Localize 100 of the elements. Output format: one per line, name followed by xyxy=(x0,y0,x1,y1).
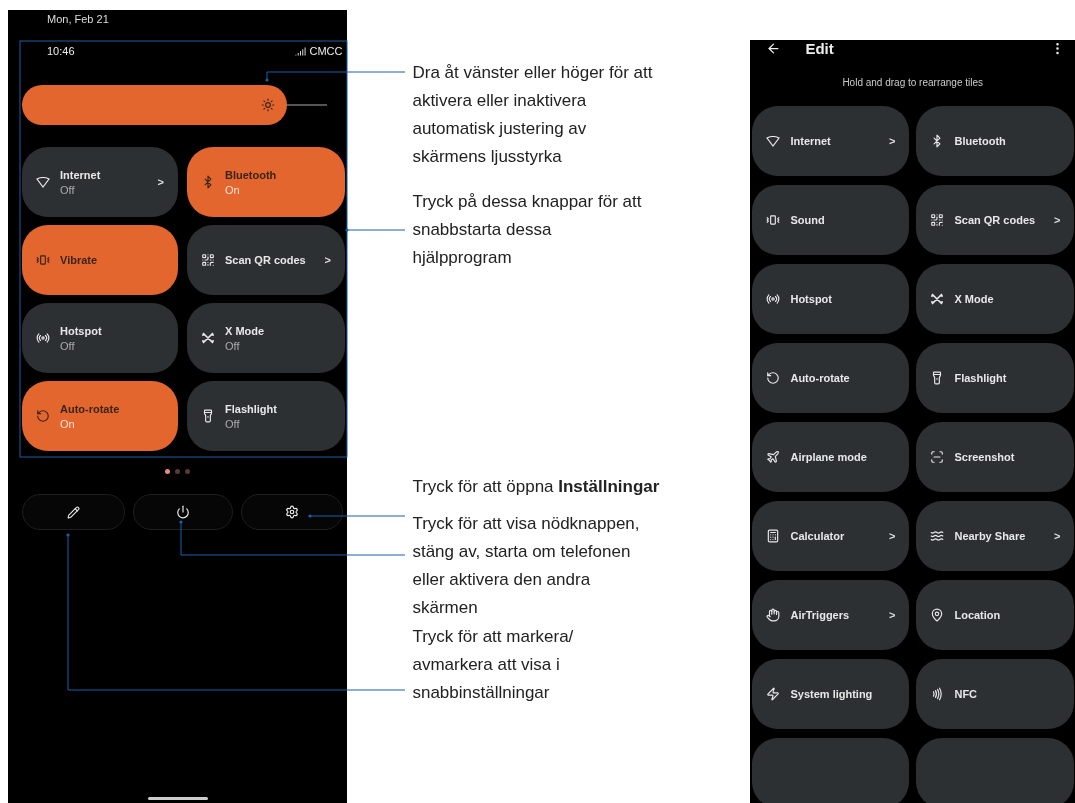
tile-label: Vibrate xyxy=(60,254,99,266)
hand-icon xyxy=(766,608,781,622)
chevron-icon: > xyxy=(1054,214,1061,226)
rotate-icon xyxy=(36,409,50,423)
tile-label: Location xyxy=(954,609,1002,621)
rotate-icon xyxy=(766,371,781,385)
tile-label: Screenshot xyxy=(954,451,1016,463)
tile-label: Bluetooth xyxy=(225,168,278,181)
edit-tile[interactable]: Nearby Share > xyxy=(916,501,1075,571)
hint-text: Hold and drag to rearrange tiles xyxy=(841,77,985,88)
tile-label: Scan QR codes xyxy=(225,254,307,266)
carrier-text: CMCC xyxy=(295,45,343,57)
qr-code-icon xyxy=(930,213,945,227)
edit-tile[interactable]: Sound xyxy=(752,185,910,255)
edit-tile[interactable]: Auto-rotate xyxy=(752,343,910,413)
wifi-icon xyxy=(766,135,781,147)
screen-title: Edit xyxy=(805,40,835,57)
annotation-text: Tryck för att markera/ avmarkera att visa i snabbinställningar xyxy=(412,626,575,704)
quick-tile[interactable]: Hotspot Off xyxy=(22,303,178,373)
edit-tile[interactable]: Location xyxy=(916,580,1075,650)
flashlight-icon xyxy=(201,409,215,423)
edit-tile[interactable]: NFC xyxy=(916,659,1075,729)
tile-label: X Mode xyxy=(225,324,266,337)
edit-tile[interactable] xyxy=(916,738,1075,803)
brightness-icon xyxy=(261,98,276,112)
tile-label: Calculator xyxy=(790,530,846,542)
edit-tile[interactable]: Calculator > xyxy=(752,501,910,571)
edit-tile[interactable]: X Mode xyxy=(916,264,1075,334)
brightness-slider[interactable] xyxy=(22,85,327,125)
settings-icon xyxy=(285,505,299,519)
edit-tile[interactable]: Bluetooth xyxy=(916,106,1075,176)
settings-button[interactable] xyxy=(241,494,343,530)
tile-label: Airplane mode xyxy=(790,451,868,463)
quick-tile[interactable]: Internet Off > xyxy=(22,147,178,217)
airplane-icon xyxy=(766,450,781,464)
tile-label: NFC xyxy=(954,688,979,700)
annotation-text: Tryck för att öppna Inställningar xyxy=(412,476,661,498)
pencil-icon xyxy=(67,505,80,519)
chevron-icon: > xyxy=(157,176,164,188)
nfc-icon xyxy=(930,687,945,701)
tile-label: Auto-rotate xyxy=(790,372,851,384)
edit-tile[interactable]: Screenshot xyxy=(916,422,1075,492)
tile-label: Flashlight xyxy=(225,402,278,415)
calculator-icon xyxy=(766,529,781,543)
tile-status: Off xyxy=(225,339,241,352)
signal-icon xyxy=(295,45,307,57)
quick-tile[interactable]: X Mode Off xyxy=(187,303,345,373)
quick-tile[interactable]: Flashlight Off xyxy=(187,381,345,451)
tile-label: Hotspot xyxy=(790,293,833,305)
edit-tile[interactable]: Flashlight xyxy=(916,343,1075,413)
edit-tile[interactable]: AirTriggers > xyxy=(752,580,910,650)
x-mode-icon xyxy=(930,292,945,306)
hotspot-icon xyxy=(766,292,781,306)
tile-label: X Mode xyxy=(954,293,995,305)
chevron-icon: > xyxy=(1054,530,1061,542)
clock-text: 10:46 xyxy=(47,45,75,57)
x-mode-icon xyxy=(201,331,215,345)
qr-code-icon xyxy=(201,253,215,267)
hotspot-icon xyxy=(36,331,50,345)
tile-label: AirTriggers xyxy=(790,609,851,621)
tile-label: System lighting xyxy=(790,688,874,700)
tile-label: Bluetooth xyxy=(954,135,1007,147)
tile-status: Off xyxy=(60,339,76,352)
screenshot-icon xyxy=(930,450,945,464)
edit-tile[interactable]: Internet > xyxy=(752,106,910,176)
tile-label: Nearby Share xyxy=(954,530,1027,542)
leader-line xyxy=(345,228,406,232)
edit-tile[interactable]: System lighting xyxy=(752,659,910,729)
edit-tile[interactable]: Scan QR codes > xyxy=(916,185,1075,255)
chevron-icon: > xyxy=(324,254,331,266)
quick-tile[interactable]: Vibrate xyxy=(22,225,178,295)
chevron-icon: > xyxy=(889,609,896,621)
home-bar[interactable] xyxy=(147,797,208,800)
tile-status: On xyxy=(225,183,241,196)
annotation-text: Dra åt vänster eller höger för att aktivera eller inaktivera automatisk justering av skärmens ljusstyrka xyxy=(412,62,653,168)
tile-label: Scan QR codes xyxy=(954,214,1037,226)
chevron-icon: > xyxy=(889,135,896,147)
vibrate-icon xyxy=(766,213,781,227)
edit-tile[interactable] xyxy=(752,738,910,803)
date-text: Mon, Feb 21 xyxy=(46,12,110,27)
location-icon xyxy=(930,608,945,622)
quick-tile[interactable]: Bluetooth On xyxy=(187,147,345,217)
chevron-icon: > xyxy=(889,530,896,542)
edit-tile[interactable]: Hotspot xyxy=(752,264,910,334)
quick-tile[interactable]: Auto-rotate On xyxy=(22,381,178,451)
tile-status: Off xyxy=(225,417,241,430)
tile-label: Sound xyxy=(790,214,826,226)
tile-label: Internet xyxy=(60,168,102,181)
tile-status: On xyxy=(60,417,76,430)
power-button[interactable] xyxy=(133,494,233,530)
power-icon xyxy=(176,505,190,519)
vibrate-icon xyxy=(36,253,50,267)
tile-label: Hotspot xyxy=(60,324,103,337)
tile-label: Auto-rotate xyxy=(60,402,121,415)
edit-tile[interactable]: Airplane mode xyxy=(752,422,910,492)
back-icon[interactable] xyxy=(766,41,782,56)
annotation-text: Tryck för att visa nödknappen, stäng av, starta om telefonen eller aktivera den andra skärmen xyxy=(412,513,641,619)
quick-tile[interactable]: Scan QR codes > xyxy=(187,225,345,295)
tile-status: Off xyxy=(60,183,76,196)
annotation-text: Tryck på dessa knappar för att snabbstarta dessa hjälpprogram xyxy=(412,191,643,269)
